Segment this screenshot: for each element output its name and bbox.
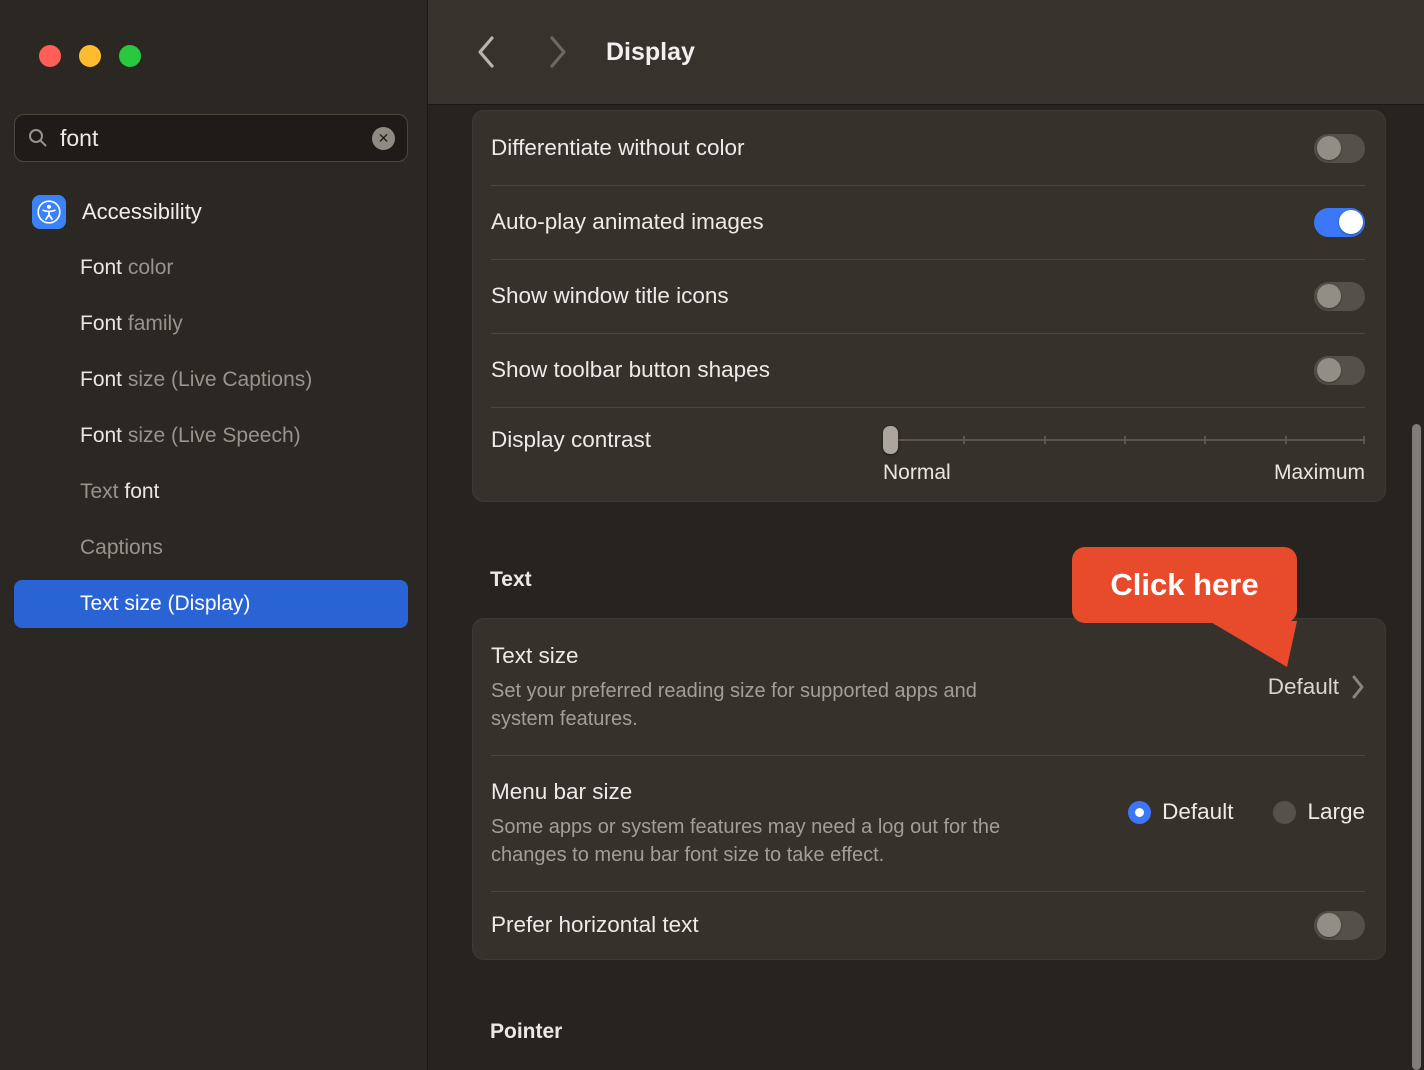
clear-search-icon[interactable]: ✕: [372, 127, 395, 150]
setting-label: Show toolbar button shapes: [491, 357, 770, 383]
sidebar-item-text-font[interactable]: Text font: [14, 468, 408, 516]
radio-circle[interactable]: [1273, 801, 1296, 824]
menu-bar-size-radio-group: Default Large: [1128, 799, 1365, 825]
label-part: Font: [80, 312, 122, 336]
setting-label: Text size: [491, 641, 1036, 671]
toggle-prefer-horizontal-text[interactable]: [1314, 911, 1365, 940]
scrollbar-thumb[interactable]: [1412, 424, 1421, 1070]
label-part: size (Live Captions): [122, 368, 312, 392]
setting-label: Prefer horizontal text: [491, 912, 699, 938]
toggle-differentiate-without-color[interactable]: [1314, 134, 1365, 163]
back-button[interactable]: [472, 32, 500, 72]
forward-button[interactable]: [544, 32, 572, 72]
setting-row-prefer-horizontal-text: Prefer horizontal text: [473, 891, 1385, 959]
radio-option-large[interactable]: Large: [1273, 799, 1365, 825]
display-contrast-slider[interactable]: Normal Maximum: [883, 425, 1365, 485]
sidebar-item-font-family[interactable]: Font family: [14, 300, 408, 348]
slider-tick: [1363, 436, 1365, 444]
label-part: Text: [80, 480, 124, 504]
settings-window: { "sidebar": { "search": { "value": "fon…: [0, 0, 1424, 1070]
minimize-button[interactable]: [79, 45, 101, 67]
sidebar-item-font-size-live-speech[interactable]: Font size (Live Speech): [14, 412, 408, 460]
text-settings-card: Text size Set your preferred reading siz…: [472, 618, 1386, 960]
label-part: Font: [80, 256, 122, 280]
accessibility-label: Accessibility: [82, 199, 202, 225]
label-part: Font: [80, 424, 122, 448]
text-size-current-value: Default: [1268, 674, 1339, 700]
callout-label: Click here: [1110, 567, 1258, 603]
label-part: color: [122, 256, 173, 280]
setting-label: Show window title icons: [491, 283, 729, 309]
click-here-callout: Click here: [1072, 547, 1297, 623]
label-part: Font: [80, 368, 122, 392]
radio-label: Default: [1162, 799, 1233, 825]
callout-tail: [1195, 621, 1300, 669]
setting-label: Auto-play animated images: [491, 209, 764, 235]
sidebar-item-font-color[interactable]: Font color: [14, 244, 408, 292]
radio-option-default[interactable]: Default: [1128, 799, 1233, 825]
slider-track[interactable]: [883, 425, 1365, 455]
setting-text-block: Menu bar size Some apps or system featur…: [491, 777, 1036, 869]
slider-tick: [1204, 436, 1206, 444]
toggle-knob: [1317, 136, 1341, 160]
search-input[interactable]: [60, 125, 361, 152]
zoom-button[interactable]: [119, 45, 141, 67]
setting-description: Set your preferred reading size for supp…: [491, 677, 1036, 733]
section-title-pointer: Pointer: [490, 1020, 562, 1044]
accessibility-icon: [32, 195, 66, 229]
chevron-right-icon: [1351, 674, 1365, 700]
main-pane: Display Differentiate without color Auto…: [428, 0, 1424, 1070]
label-part: family: [122, 312, 183, 336]
slider-tick: [1285, 436, 1287, 444]
search-icon: [27, 127, 49, 149]
setting-text-block: Text size Set your preferred reading siz…: [491, 641, 1036, 733]
sidebar-item-text-size-display[interactable]: Text size (Display): [14, 580, 408, 628]
setting-row-show-window-title-icons: Show window title icons: [473, 259, 1385, 333]
toggle-knob: [1339, 210, 1363, 234]
toggle-knob: [1317, 358, 1341, 382]
toggle-auto-play-animated-images[interactable]: [1314, 208, 1365, 237]
slider-tick: [1124, 436, 1126, 444]
setting-description: Some apps or system features may need a …: [491, 813, 1036, 869]
text-size-value[interactable]: Default: [1268, 674, 1365, 700]
setting-row-show-toolbar-button-shapes: Show toolbar button shapes: [473, 333, 1385, 407]
toggle-knob: [1317, 913, 1341, 937]
search-results-list: Font color Font family Font size (Live C…: [14, 244, 408, 636]
main-header: Display: [428, 0, 1424, 105]
slider-min-label: Normal: [883, 461, 951, 485]
slider-max-label: Maximum: [1274, 461, 1365, 485]
sidebar-item-font-size-live-captions[interactable]: Font size (Live Captions): [14, 356, 408, 404]
setting-label: Menu bar size: [491, 777, 1036, 807]
radio-label: Large: [1307, 799, 1365, 825]
search-field[interactable]: ✕: [14, 114, 408, 162]
page-title: Display: [606, 38, 695, 67]
setting-label: Differentiate without color: [491, 135, 744, 161]
label-part: Text size (Display): [80, 592, 250, 616]
toggle-show-window-title-icons[interactable]: [1314, 282, 1365, 311]
close-button[interactable]: [39, 45, 61, 67]
slider-labels: Normal Maximum: [883, 461, 1365, 485]
setting-label: Display contrast: [491, 425, 651, 455]
sidebar-item-accessibility[interactable]: Accessibility: [14, 190, 408, 234]
setting-row-menu-bar-size: Menu bar size Some apps or system featur…: [473, 755, 1385, 891]
forward-icon: [548, 34, 568, 70]
label-part: size (Live Speech): [122, 424, 301, 448]
slider-knob[interactable]: [883, 426, 898, 454]
setting-row-differentiate-without-color: Differentiate without color: [473, 111, 1385, 185]
sidebar-item-captions[interactable]: Captions: [14, 524, 408, 572]
toggle-show-toolbar-button-shapes[interactable]: [1314, 356, 1365, 385]
slider-tick: [1044, 436, 1046, 444]
radio-circle[interactable]: [1128, 801, 1151, 824]
section-title-text: Text: [490, 568, 532, 592]
label-part: Captions: [80, 536, 163, 560]
label-part: font: [124, 480, 159, 504]
setting-row-display-contrast: Display contrast Normal Maximum: [473, 407, 1385, 501]
back-icon: [476, 34, 496, 70]
window-controls: [39, 45, 141, 67]
display-options-card: Differentiate without color Auto-play an…: [472, 110, 1386, 502]
slider-tick: [963, 436, 965, 444]
setting-row-auto-play-animated-images: Auto-play animated images: [473, 185, 1385, 259]
sidebar: ✕ Accessibility Font color Font family F…: [0, 0, 428, 1070]
toggle-knob: [1317, 284, 1341, 308]
